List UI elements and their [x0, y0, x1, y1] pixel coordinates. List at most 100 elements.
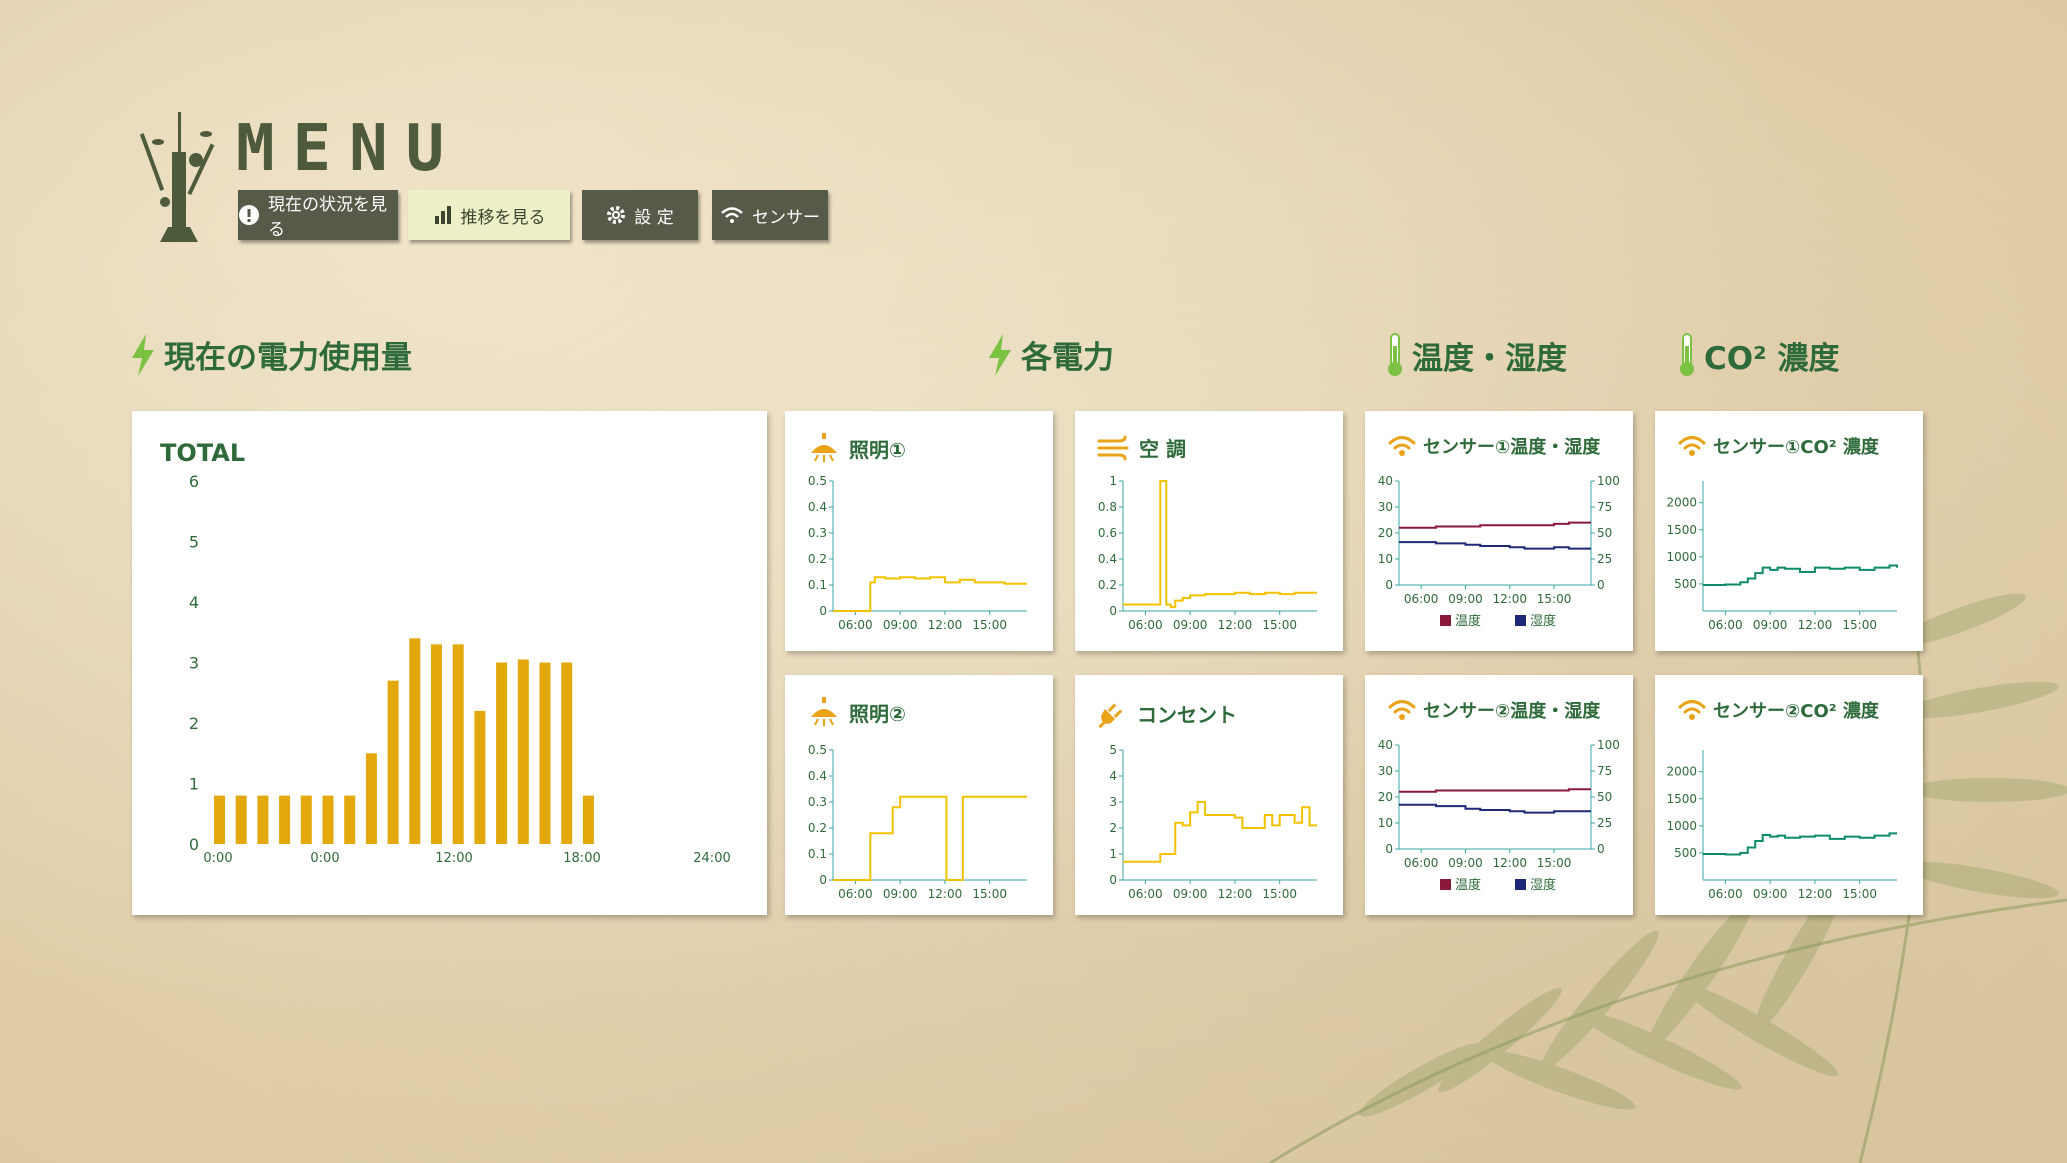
- trend-label: 推移を見る: [460, 207, 546, 228]
- x-tick-label: 12:00: [1798, 887, 1833, 901]
- x-tick-label: 09:00: [1448, 856, 1483, 870]
- series-line: [1399, 521, 1591, 529]
- trend-button[interactable]: 推移を見る: [408, 190, 570, 240]
- series-line: [833, 795, 1027, 881]
- y2-tick-label: 25: [1597, 816, 1612, 830]
- y-tick-label: 6: [189, 472, 199, 491]
- sensor2-co2-card[interactable]: センサー②CO² 濃度 500 1000 1500 2000 06:00 09:00 12:…: [1655, 675, 1923, 915]
- legend-label: 湿度: [1530, 613, 1556, 629]
- y-tick-label: 0.2: [808, 821, 827, 835]
- x-tick-label: 09:00: [883, 618, 918, 632]
- thermometer-icon: [1388, 333, 1402, 376]
- y-tick-label: 0.6: [1098, 526, 1117, 540]
- x-tick-label: 09:00: [1173, 887, 1208, 901]
- x-tick-label: 18:00: [563, 851, 600, 866]
- bar: [279, 795, 291, 844]
- y-tick-label: 0.5: [808, 743, 827, 757]
- y-tick-label: 0.3: [808, 526, 827, 540]
- y-tick-label: 1500: [1666, 792, 1697, 806]
- sensor2-th-line-chart: 0 10 20 30 40 06:00 09:00 12:00 15:00 0 25 50 75 100 温…: [1378, 738, 1620, 893]
- legend-swatch: [1440, 879, 1451, 890]
- light2-card[interactable]: 照明② 0 0.1 0.2 0.3 0.4 0.5 06:00 09:00 12:00 15:00: [785, 675, 1053, 915]
- lightning-icon: [989, 333, 1011, 376]
- y2-tick-label: 50: [1597, 790, 1612, 804]
- sensor1-co2-line-chart: 500 1000 1500 2000 06:00 09:00 12:00 15:00: [1666, 481, 1898, 632]
- series-line: [1703, 564, 1898, 586]
- legend-label: 温度: [1455, 877, 1481, 893]
- y-tick-label: 0: [1385, 842, 1393, 856]
- y-tick-label: 0.4: [808, 500, 827, 514]
- x-tick-label: 09:00: [1753, 887, 1788, 901]
- x-tick-label: 15:00: [1842, 618, 1877, 632]
- y-tick-label: 4: [1109, 769, 1117, 783]
- current-status-label: 現在の状況を見る: [268, 195, 387, 240]
- sensor1-co2-card[interactable]: センサー①CO² 濃度 500 1000 1500 2000 06:00 09:00 12:…: [1655, 411, 1923, 651]
- x-tick-label: 06:00: [838, 618, 873, 632]
- sensor2-th-card[interactable]: センサー②温度・湿度 0 10 20 30 40 06:00 09:00 12:00 15:00…: [1365, 675, 1633, 915]
- series-line: [1123, 480, 1317, 609]
- x-tick-label: 09:00: [1753, 618, 1788, 632]
- series-line: [1399, 541, 1591, 550]
- sensor1-th-card[interactable]: センサー①温度・湿度 0 10 20 30 40 06:00 09:00 12:00 15:00…: [1365, 411, 1633, 651]
- y-tick-label: 10: [1378, 816, 1393, 830]
- x-tick-label: 12:00: [1218, 618, 1253, 632]
- sensor1-th-line-chart: 0 10 20 30 40 06:00 09:00 12:00 15:00 0 25 50 75 100 温…: [1378, 474, 1620, 629]
- y-tick-label: 2: [189, 714, 199, 733]
- y-tick-label: 0.2: [808, 552, 827, 566]
- y-tick-label: 0: [819, 604, 827, 618]
- y-tick-label: 1000: [1666, 819, 1697, 833]
- series-line: [833, 576, 1027, 612]
- x-tick-label: 06:00: [1128, 618, 1163, 632]
- exclamation-icon: [239, 205, 259, 225]
- x-tick-label: 09:00: [883, 887, 918, 901]
- aircon-card[interactable]: 空 調 0 0.2 0.4 0.6 0.8 1 06:00 09:00 12:00 15:00: [1075, 411, 1343, 651]
- bar: [496, 662, 508, 844]
- y-tick-label: 3: [1109, 795, 1117, 809]
- total-bar-chart: 0 1 2 3 4 5 6 0:00 0:00 12:00 18:00 24:00: [189, 472, 731, 866]
- bar: [582, 795, 594, 844]
- series-line: [1399, 803, 1591, 814]
- aircon-line-chart: 0 0.2 0.4 0.6 0.8 1 06:00 09:00 12:00 15:00: [1098, 474, 1317, 632]
- x-tick-label: 15:00: [972, 618, 1007, 632]
- sensor-button[interactable]: センサー: [712, 190, 828, 240]
- settings-button[interactable]: 設 定: [582, 190, 698, 240]
- bar: [452, 644, 464, 844]
- y-tick-label: 1: [1109, 847, 1117, 861]
- y-tick-label: 1000: [1666, 550, 1697, 564]
- legend-label: 温度: [1455, 613, 1481, 629]
- y-tick-label: 30: [1378, 764, 1393, 778]
- y-tick-label: 0.4: [808, 769, 827, 783]
- y-tick-label: 2000: [1666, 765, 1697, 779]
- co2-heading: CO² 濃度: [1676, 332, 1839, 378]
- y-tick-label: 1: [1109, 474, 1117, 488]
- thermometer-icon: [1680, 333, 1694, 376]
- y-tick-label: 3: [189, 654, 199, 673]
- settings-label: 設 定: [634, 207, 674, 228]
- y-tick-label: 0.2: [1098, 578, 1117, 592]
- bar: [257, 795, 269, 844]
- outlet-card[interactable]: コンセント 0 1 2 3 4 5 06:00 09:00 12:00 15:00: [1075, 675, 1343, 915]
- legend-swatch: [1515, 615, 1526, 626]
- y-tick-label: 0.4: [1098, 552, 1117, 566]
- y2-tick-label: 75: [1597, 500, 1612, 514]
- bar: [517, 659, 529, 844]
- legend-swatch: [1515, 879, 1526, 890]
- bar: [561, 662, 573, 844]
- bar: [300, 795, 312, 844]
- y-tick-label: 10: [1378, 552, 1393, 566]
- y-tick-label: 0: [819, 873, 827, 887]
- x-tick-label: 06:00: [838, 887, 873, 901]
- bar: [235, 795, 247, 844]
- y2-tick-label: 100: [1597, 738, 1620, 752]
- legend-swatch: [1440, 615, 1451, 626]
- y-tick-label: 0.1: [808, 578, 827, 592]
- wifi-icon: [721, 207, 743, 223]
- current-status-button[interactable]: 現在の状況を見る: [238, 190, 398, 240]
- x-tick-label: 09:00: [1173, 618, 1208, 632]
- bar: [365, 753, 377, 844]
- y-tick-label: 0: [1385, 578, 1393, 592]
- total-power-card: TOTAL 0 1 2 3 4 5 6 0:00 0:00 12:00 18:00 24:00: [132, 411, 767, 915]
- x-tick-label: 12:00: [1492, 592, 1527, 606]
- x-tick-label: 15:00: [972, 887, 1007, 901]
- light1-card[interactable]: 照明① 0 0.1 0.2 0.3 0.4 0.5 06:00 09:00 12:00 15:00: [785, 411, 1053, 651]
